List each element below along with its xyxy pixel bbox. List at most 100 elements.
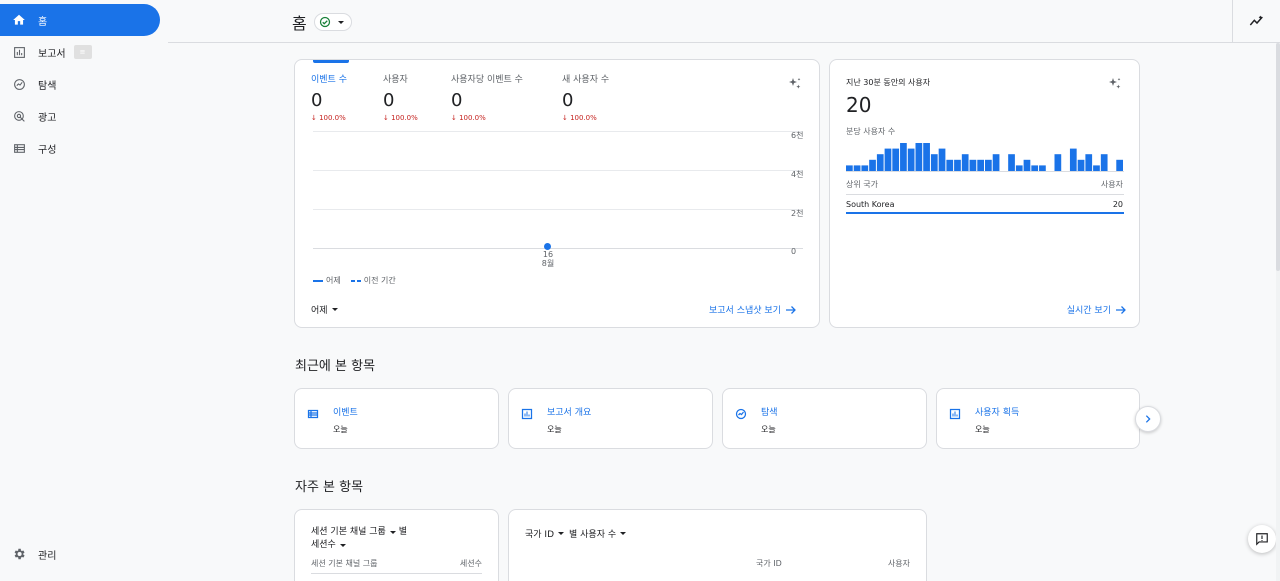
- recent-item[interactable]: 보고서 개요 오늘: [508, 388, 713, 449]
- check-circle-icon: [319, 16, 331, 28]
- data-point[interactable]: [544, 243, 551, 250]
- carousel-next-button[interactable]: [1135, 406, 1161, 432]
- chart-bar[interactable]: [985, 159, 992, 171]
- chart-bar[interactable]: [846, 165, 853, 171]
- chart-bar[interactable]: [992, 154, 1000, 171]
- recent-section-title: 최근에 본 항목: [295, 359, 376, 374]
- recent-item-title: 탐색: [761, 408, 778, 418]
- x-tick-label: 16 8월: [541, 250, 555, 268]
- recent-item[interactable]: 사용자 획득 오늘: [936, 388, 1140, 449]
- recent-item-title: 보고서 개요: [547, 408, 592, 418]
- chart-bar[interactable]: [892, 148, 900, 171]
- recent-item-date: 오늘: [547, 425, 562, 434]
- metric-change: ↓ 100.0%: [383, 114, 418, 122]
- sidebar-badge: ≡: [73, 45, 92, 59]
- metric-value: 0: [311, 90, 323, 111]
- scrollbar-thumb[interactable]: [1276, 43, 1280, 271]
- dimension-dropdown[interactable]: 국가 ID: [525, 527, 565, 540]
- chart-bar[interactable]: [930, 154, 938, 171]
- sparkle-icon[interactable]: [1107, 76, 1123, 96]
- chart-bar[interactable]: [1039, 165, 1046, 171]
- arrow-right-icon: [785, 305, 796, 314]
- sidebar-item-configure[interactable]: 구성: [0, 132, 160, 164]
- chart-bar[interactable]: [1069, 148, 1077, 171]
- status-chip[interactable]: [314, 13, 352, 31]
- card-title: 세션 기본 채널 그룹 별 세션수: [311, 526, 407, 552]
- chart-bar[interactable]: [876, 154, 884, 171]
- gridline: [313, 131, 803, 132]
- country-bar: [846, 212, 1124, 214]
- metric-event-count[interactable]: 이벤트 수 0 ↓ 100.0%: [311, 72, 347, 122]
- chart-bar[interactable]: [1031, 165, 1039, 171]
- metric-dropdown[interactable]: 세션수: [311, 539, 346, 552]
- metric-events-per-user[interactable]: 사용자당 이벤트 수 0 ↓ 100.0%: [451, 72, 523, 122]
- chart-bar[interactable]: [1093, 165, 1100, 171]
- chart-bar[interactable]: [969, 159, 977, 171]
- dimension-dropdown[interactable]: 세션 기본 채널 그룹: [311, 526, 396, 539]
- chart-bar[interactable]: [884, 148, 892, 171]
- chart-bar[interactable]: [853, 165, 861, 171]
- date-range-dropdown[interactable]: 어제: [311, 303, 338, 316]
- chart-bar[interactable]: [1015, 165, 1023, 171]
- sidebar-item-ads[interactable]: 광고: [0, 100, 160, 132]
- sidebar-item-label: 관리: [38, 550, 57, 562]
- chart-bar[interactable]: [1085, 154, 1093, 171]
- card-title-by: 별: [398, 527, 407, 537]
- feedback-button[interactable]: [1248, 525, 1276, 553]
- sidebar-item-admin[interactable]: 관리: [0, 538, 160, 570]
- metric-value: 0: [383, 90, 395, 111]
- metric-dropdown[interactable]: 별 사용자 수: [569, 527, 627, 540]
- page-title: 홈: [292, 14, 307, 33]
- overview-card: 이벤트 수 0 ↓ 100.0% 사용자 0 ↓ 100.0% 사용자당 이벤트…: [294, 59, 820, 328]
- country-users: 20: [1112, 200, 1123, 209]
- realtime-link[interactable]: 실시간 보기: [1067, 303, 1127, 316]
- chart-bar[interactable]: [861, 165, 869, 171]
- sidebar-item-home[interactable]: 홈: [0, 4, 160, 36]
- insights-icon: [1249, 15, 1263, 26]
- chart-bar[interactable]: [1116, 159, 1123, 171]
- metric-value: 0: [562, 90, 574, 111]
- chart-bar[interactable]: [869, 159, 876, 171]
- insights-button[interactable]: [1232, 0, 1280, 42]
- metric-new-users[interactable]: 새 사용자 수 0 ↓ 100.0%: [562, 72, 609, 122]
- metric-users[interactable]: 사용자 0 ↓ 100.0%: [383, 72, 418, 122]
- chevron-down-icon: [389, 531, 396, 534]
- divider: [846, 194, 1124, 195]
- chart-bar[interactable]: [938, 148, 946, 171]
- metric-change: ↓ 100.0%: [311, 114, 346, 122]
- chart-bar[interactable]: [907, 148, 915, 171]
- table-header-users: 사용자: [1100, 180, 1123, 189]
- chart-bar[interactable]: [1100, 154, 1108, 171]
- per-minute-bar-chart: [846, 143, 1124, 172]
- recent-item[interactable]: 탐색 오늘: [722, 388, 927, 449]
- chart-bar[interactable]: [946, 159, 954, 171]
- sidebar-item-explore[interactable]: 탐색: [0, 68, 160, 100]
- sidebar-item-label: 광고: [38, 112, 57, 124]
- chart-bar[interactable]: [961, 154, 969, 171]
- chart-bar[interactable]: [954, 159, 961, 171]
- gridline: [313, 209, 803, 210]
- chart-bar[interactable]: [900, 143, 907, 171]
- chevron-down-icon: [338, 20, 344, 24]
- chart-bar[interactable]: [1054, 154, 1062, 171]
- metric-label: 사용자: [383, 75, 408, 85]
- chevron-down-icon: [331, 308, 338, 311]
- chart-legend: 어제 이전 기간: [313, 275, 396, 286]
- chart-bar[interactable]: [1008, 154, 1015, 171]
- sidebar-item-reports[interactable]: 보고서 ≡: [0, 36, 160, 68]
- sparkle-icon[interactable]: [787, 76, 803, 96]
- chart-bar[interactable]: [1077, 159, 1085, 171]
- recent-item[interactable]: 이벤트 오늘: [294, 388, 499, 449]
- recent-item-date: 오늘: [975, 425, 990, 434]
- chart-bar[interactable]: [915, 143, 923, 171]
- chevron-down-icon: [558, 532, 565, 535]
- explore-icon: [735, 405, 747, 420]
- frequent-card-channel: 세션 기본 채널 그룹 별 세션수 세션 기본 채널 그룹 세션수: [294, 509, 499, 581]
- y-tick-label: 0: [791, 247, 797, 256]
- card-title: 국가 ID 별 사용자 수: [525, 527, 627, 540]
- col-header: 사용자: [887, 559, 910, 568]
- chart-bar[interactable]: [977, 159, 984, 171]
- snapshot-link[interactable]: 보고서 스냅샷 보기: [709, 303, 797, 316]
- chart-bar[interactable]: [923, 143, 930, 171]
- chart-bar[interactable]: [1023, 159, 1031, 171]
